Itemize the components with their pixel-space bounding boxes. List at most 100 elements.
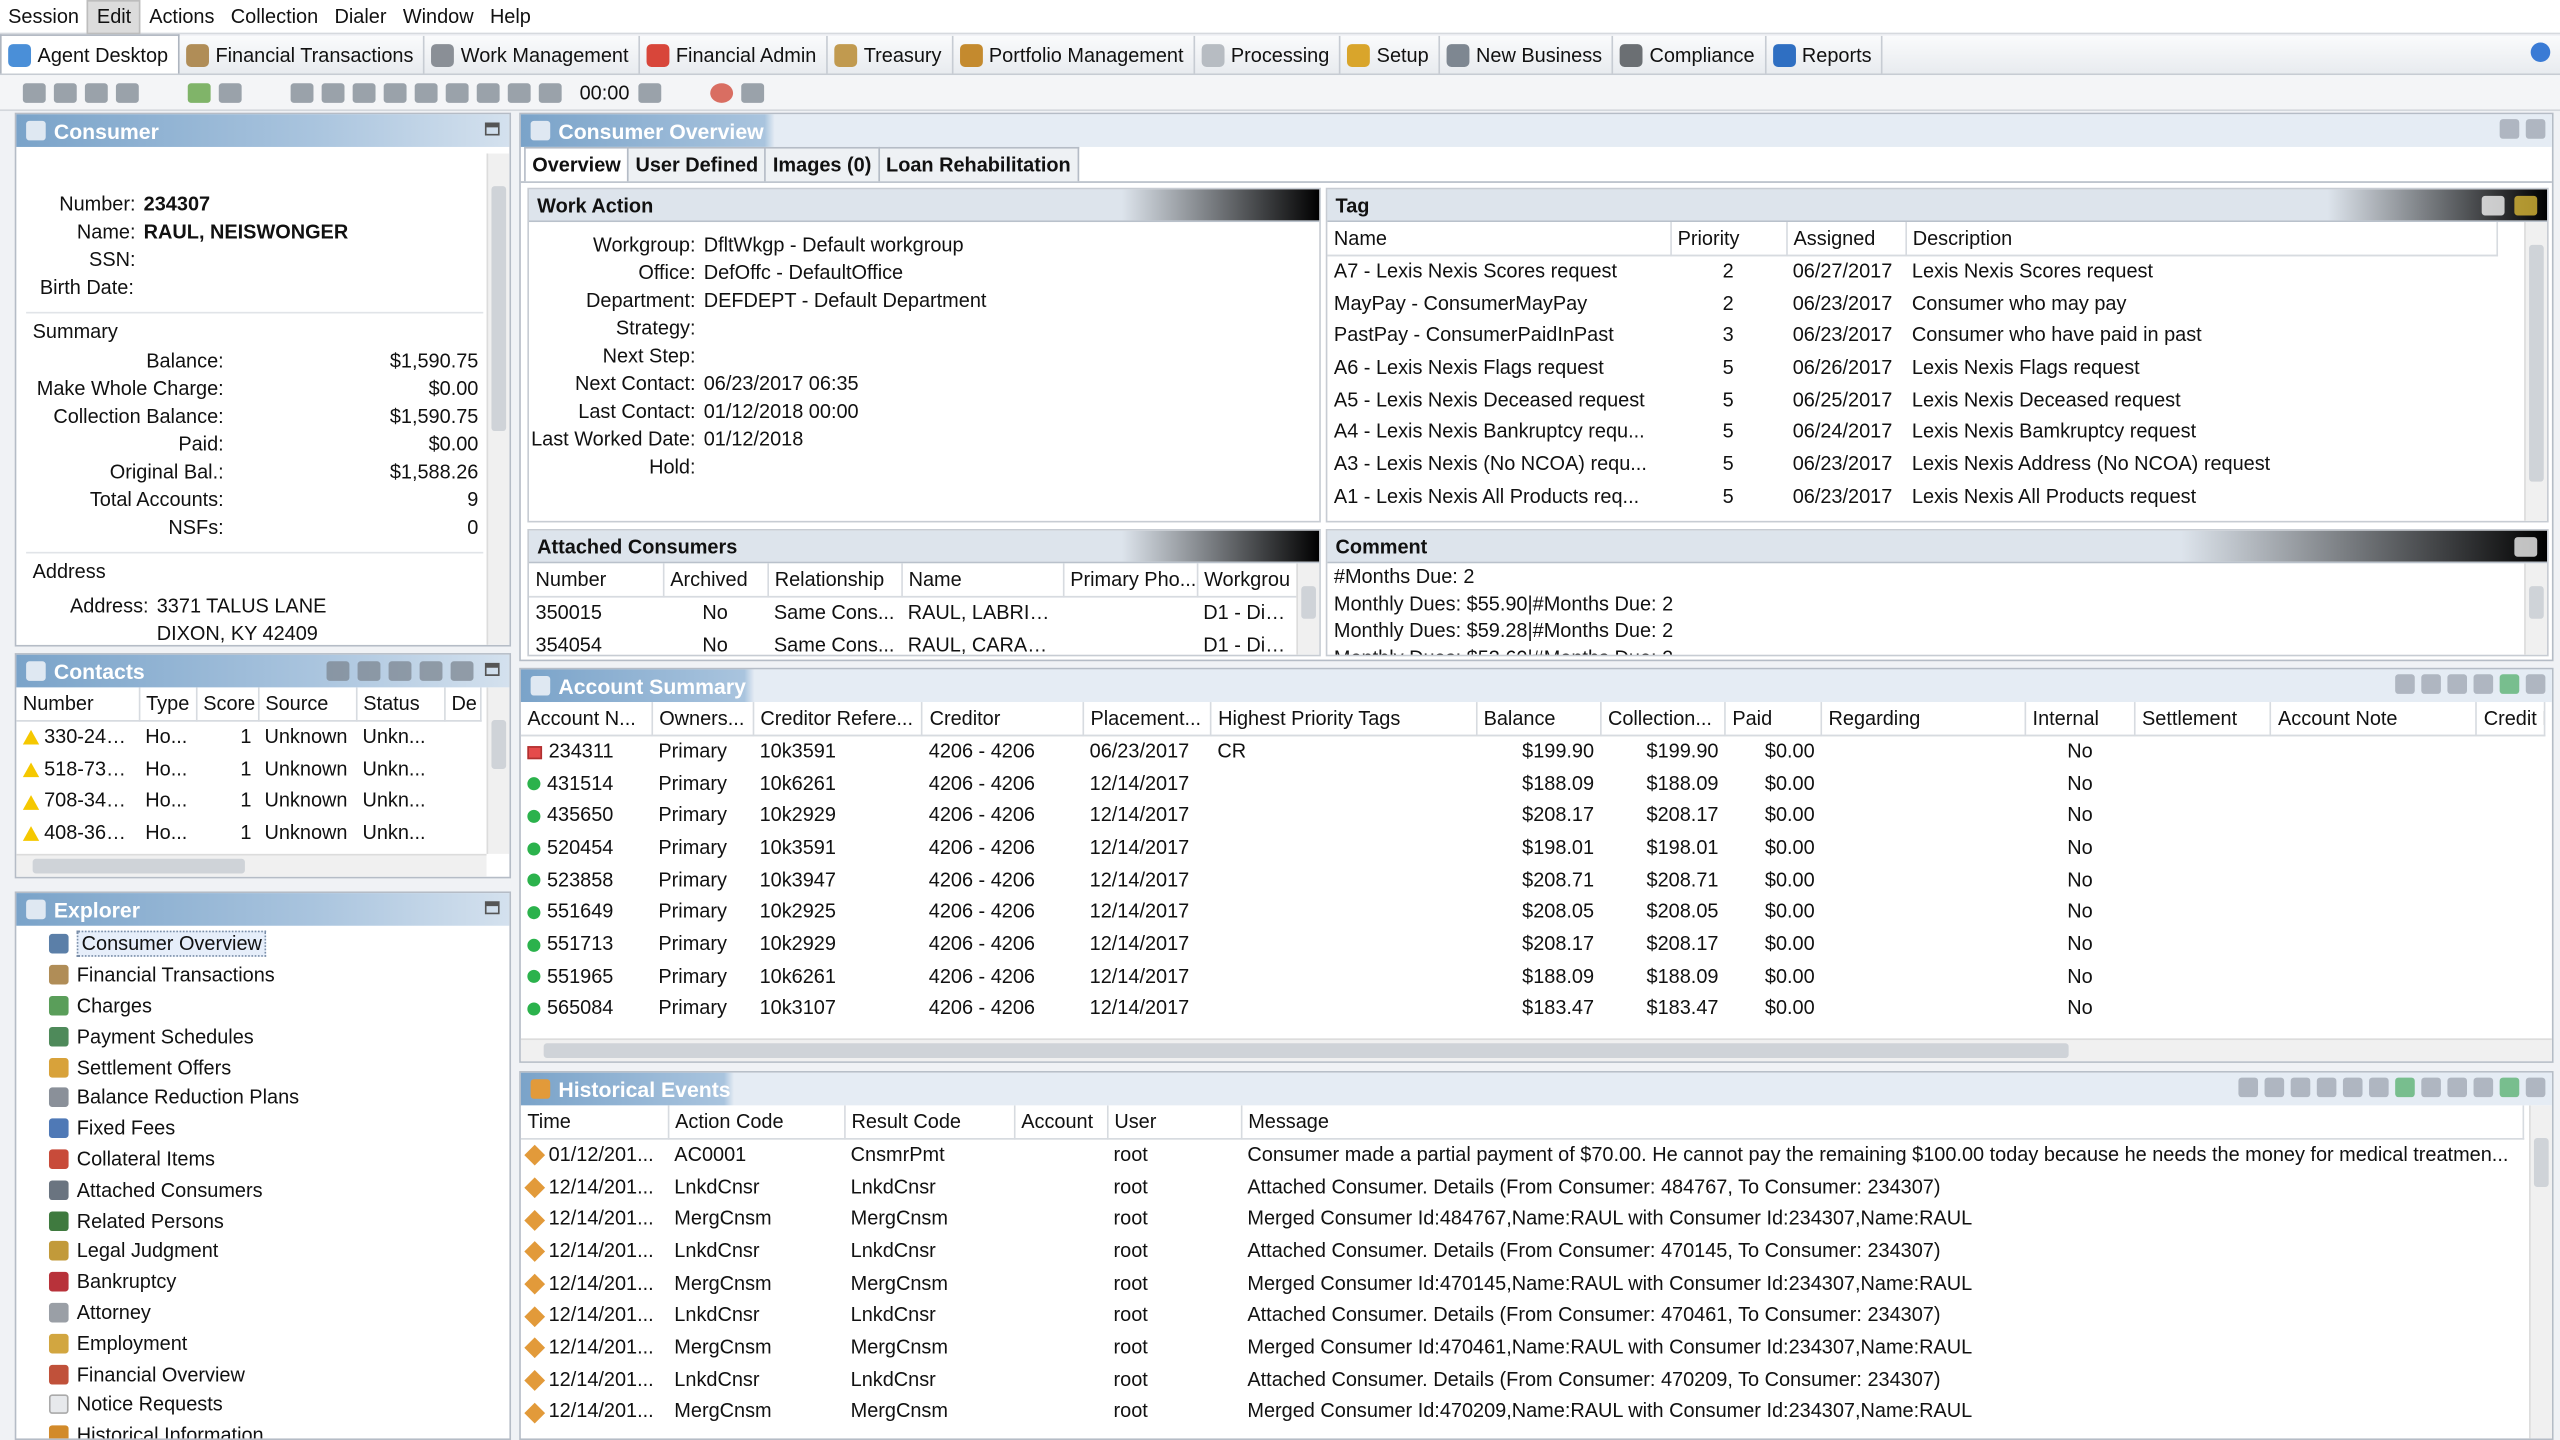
dialer-3-icon[interactable]	[352, 82, 376, 103]
explorer-item-employment[interactable]: Employment	[16, 1328, 509, 1359]
column-header[interactable]: Highest Priority Tags	[1210, 702, 1478, 736]
column-header[interactable]: Account Note	[2270, 702, 2478, 736]
contact-action-3-icon[interactable]	[388, 661, 412, 681]
table-row[interactable]: 435650 Primary 10k2929 4206 - 4206 12/14/201…	[521, 799, 2545, 831]
print-icon[interactable]	[2473, 1077, 2494, 1098]
export-icon[interactable]	[2395, 674, 2415, 694]
minimize-button[interactable]	[484, 662, 500, 676]
column-header[interactable]: Name	[901, 563, 1064, 597]
table-row[interactable]: 551649 Primary 10k2925 4206 - 4206 12/14/201…	[521, 895, 2545, 927]
column-header[interactable]: Number	[16, 687, 140, 721]
explorer-item-attorney[interactable]: Attorney	[16, 1297, 509, 1328]
explorer-item-settlement-offers[interactable]: Settlement Offers	[16, 1052, 509, 1083]
comment-edit-icon[interactable]	[2514, 536, 2538, 556]
column-header[interactable]: Assigned	[1786, 222, 1907, 256]
column-header[interactable]: Message	[1240, 1105, 2524, 1139]
column-header[interactable]: Relationship	[767, 563, 903, 597]
minimize-button[interactable]	[484, 901, 500, 915]
explorer-item-related-persons[interactable]: Related Persons	[16, 1205, 509, 1236]
dialer-4-icon[interactable]	[383, 82, 407, 103]
column-header[interactable]: Creditor	[922, 702, 1084, 736]
minimize-button[interactable]	[484, 122, 500, 136]
phone-icon[interactable]	[187, 82, 211, 103]
explorer-item-legal-judgment[interactable]: Legal Judgment	[16, 1236, 509, 1267]
globe-icon[interactable]	[709, 82, 733, 103]
maximize-icon[interactable]	[2525, 1077, 2546, 1098]
table-row[interactable]: 518-734... Ho... 1 Unknown Unkn...	[16, 752, 480, 784]
explorer-item-notice-requests[interactable]: Notice Requests	[16, 1389, 509, 1420]
table-row[interactable]: 708-342... Ho... 1 Unknown Unkn...	[16, 784, 480, 816]
contact-action-2-icon[interactable]	[357, 661, 381, 681]
filter-1-icon[interactable]	[2316, 1077, 2337, 1098]
tab-new-business[interactable]: New Business	[1440, 35, 1614, 74]
table-row[interactable]: A5 - Lexis Nexis Deceased request 5 06/25/…	[1327, 383, 2496, 415]
column-header[interactable]: Time	[520, 1105, 669, 1139]
explorer-item-charges[interactable]: Charges	[16, 990, 509, 1021]
column-header[interactable]: Internal	[2025, 702, 2136, 736]
column-header[interactable]: Priority	[1670, 222, 1787, 256]
column-header[interactable]: Creditor Refere...	[753, 702, 924, 736]
tag-scrollbar[interactable]	[2524, 222, 2548, 521]
tab-treasury[interactable]: Treasury	[828, 35, 953, 74]
table-row[interactable]: 12/14/201... LnkdCnsr LnkdCnsr root Attached…	[521, 1234, 2523, 1266]
table-row[interactable]: A1 - Lexis Nexis All Products req... 5 06/…	[1327, 480, 2496, 512]
column-header[interactable]: Score	[195, 687, 259, 721]
column-header[interactable]: Name	[1327, 222, 1672, 256]
contact-action-4-icon[interactable]	[419, 661, 443, 681]
tab-financial-transactions[interactable]: Financial Transactions	[180, 35, 425, 74]
menu-help[interactable]: Help	[482, 0, 539, 33]
refresh-icon[interactable]	[2499, 674, 2520, 694]
contacts-vscrollbar[interactable]	[486, 687, 510, 854]
column-header[interactable]: Workgrou	[1196, 563, 1298, 597]
column-header[interactable]: Settlement	[2134, 702, 2272, 736]
print-icon[interactable]	[2421, 674, 2441, 694]
column-header[interactable]: Primary Pho...	[1062, 563, 1198, 597]
dropdown-icon[interactable]	[2473, 674, 2494, 694]
table-row[interactable]: 12/14/201... MergCnsm MergCnsm root Merged C…	[521, 1267, 2523, 1299]
hangup-icon[interactable]	[507, 82, 531, 103]
comment-scrollbar[interactable]	[2524, 563, 2548, 655]
binoculars-icon[interactable]	[2447, 1077, 2468, 1098]
explorer-item-fixed-fees[interactable]: Fixed Fees	[16, 1113, 509, 1144]
table-row[interactable]: 12/14/201... MergCnsm MergCnsm root Merged C…	[521, 1395, 2523, 1427]
explorer-item-attached-consumers[interactable]: Attached Consumers	[16, 1175, 509, 1206]
settings-icon[interactable]	[2264, 1077, 2285, 1098]
overview-tab-overview[interactable]: Overview	[524, 146, 629, 182]
explorer-item-financial-transactions[interactable]: Financial Transactions	[16, 960, 509, 991]
tab-financial-admin[interactable]: Financial Admin	[640, 35, 828, 74]
explorer-item-collateral-items[interactable]: Collateral Items	[16, 1144, 509, 1175]
explorer-item-balance-reduction-plans[interactable]: Balance Reduction Plans	[16, 1082, 509, 1113]
column-header[interactable]: Description	[1905, 222, 2498, 256]
table-row[interactable]: 520454 Primary 10k3591 4206 - 4206 12/14/201…	[521, 831, 2545, 863]
column-header[interactable]: De	[444, 687, 481, 721]
menu-collection[interactable]: Collection	[223, 0, 327, 33]
explorer-item-financial-overview[interactable]: Financial Overview	[16, 1359, 509, 1390]
column-header[interactable]: Paid	[1724, 702, 1823, 736]
user-dropdown-icon[interactable]	[84, 82, 108, 103]
tab-setup[interactable]: Setup	[1341, 35, 1441, 74]
contact-action-1-icon[interactable]	[326, 661, 350, 681]
settings-icon[interactable]	[2447, 674, 2468, 694]
column-header[interactable]: Action Code	[667, 1105, 845, 1139]
stop-icon[interactable]	[476, 82, 500, 103]
table-row[interactable]: 565084 Primary 10k3107 4206 - 4206 12/14/201…	[521, 992, 2545, 1024]
tab-portfolio-management[interactable]: Portfolio Management	[953, 35, 1195, 74]
undo-icon[interactable]	[2395, 1077, 2415, 1098]
account-summary-hscrollbar[interactable]	[520, 1038, 2552, 1062]
table-row[interactable]: A6 - Lexis Nexis Flags request 5 06/26/201…	[1327, 351, 2496, 383]
table-row[interactable]: 234311 Primary 10k3591 4206 - 4206 06/23/201…	[521, 735, 2545, 767]
table-row[interactable]: 551965 Primary 10k6261 4206 - 4206 12/14/201…	[521, 960, 2545, 992]
column-header[interactable]: Result Code	[844, 1105, 1015, 1139]
table-row[interactable]: 12/14/201... MergCnsm MergCnsm root Merged C…	[521, 1331, 2523, 1363]
explorer-item-bankruptcy[interactable]: Bankruptcy	[16, 1267, 509, 1298]
table-row[interactable]: PastPay - ConsumerPaidInPast 3 06/23/2017 C…	[1327, 319, 2496, 351]
table-row[interactable]: A7 - Lexis Nexis Scores request 2 06/27/20…	[1327, 255, 2496, 287]
column-header[interactable]: Owners...	[651, 702, 754, 736]
calendar-icon[interactable]	[2421, 1077, 2441, 1098]
table-row[interactable]: 523858 Primary 10k3947 4206 - 4206 12/14/201…	[521, 863, 2545, 895]
overview-tab-user-defined[interactable]: User Defined	[627, 146, 767, 182]
column-header[interactable]: Account	[1013, 1105, 1108, 1139]
overview-tab-loan-rehabilitation[interactable]: Loan Rehabilitation	[877, 146, 1079, 182]
maximize-icon[interactable]	[2525, 119, 2546, 139]
consumer-scrollbar[interactable]	[486, 153, 510, 645]
